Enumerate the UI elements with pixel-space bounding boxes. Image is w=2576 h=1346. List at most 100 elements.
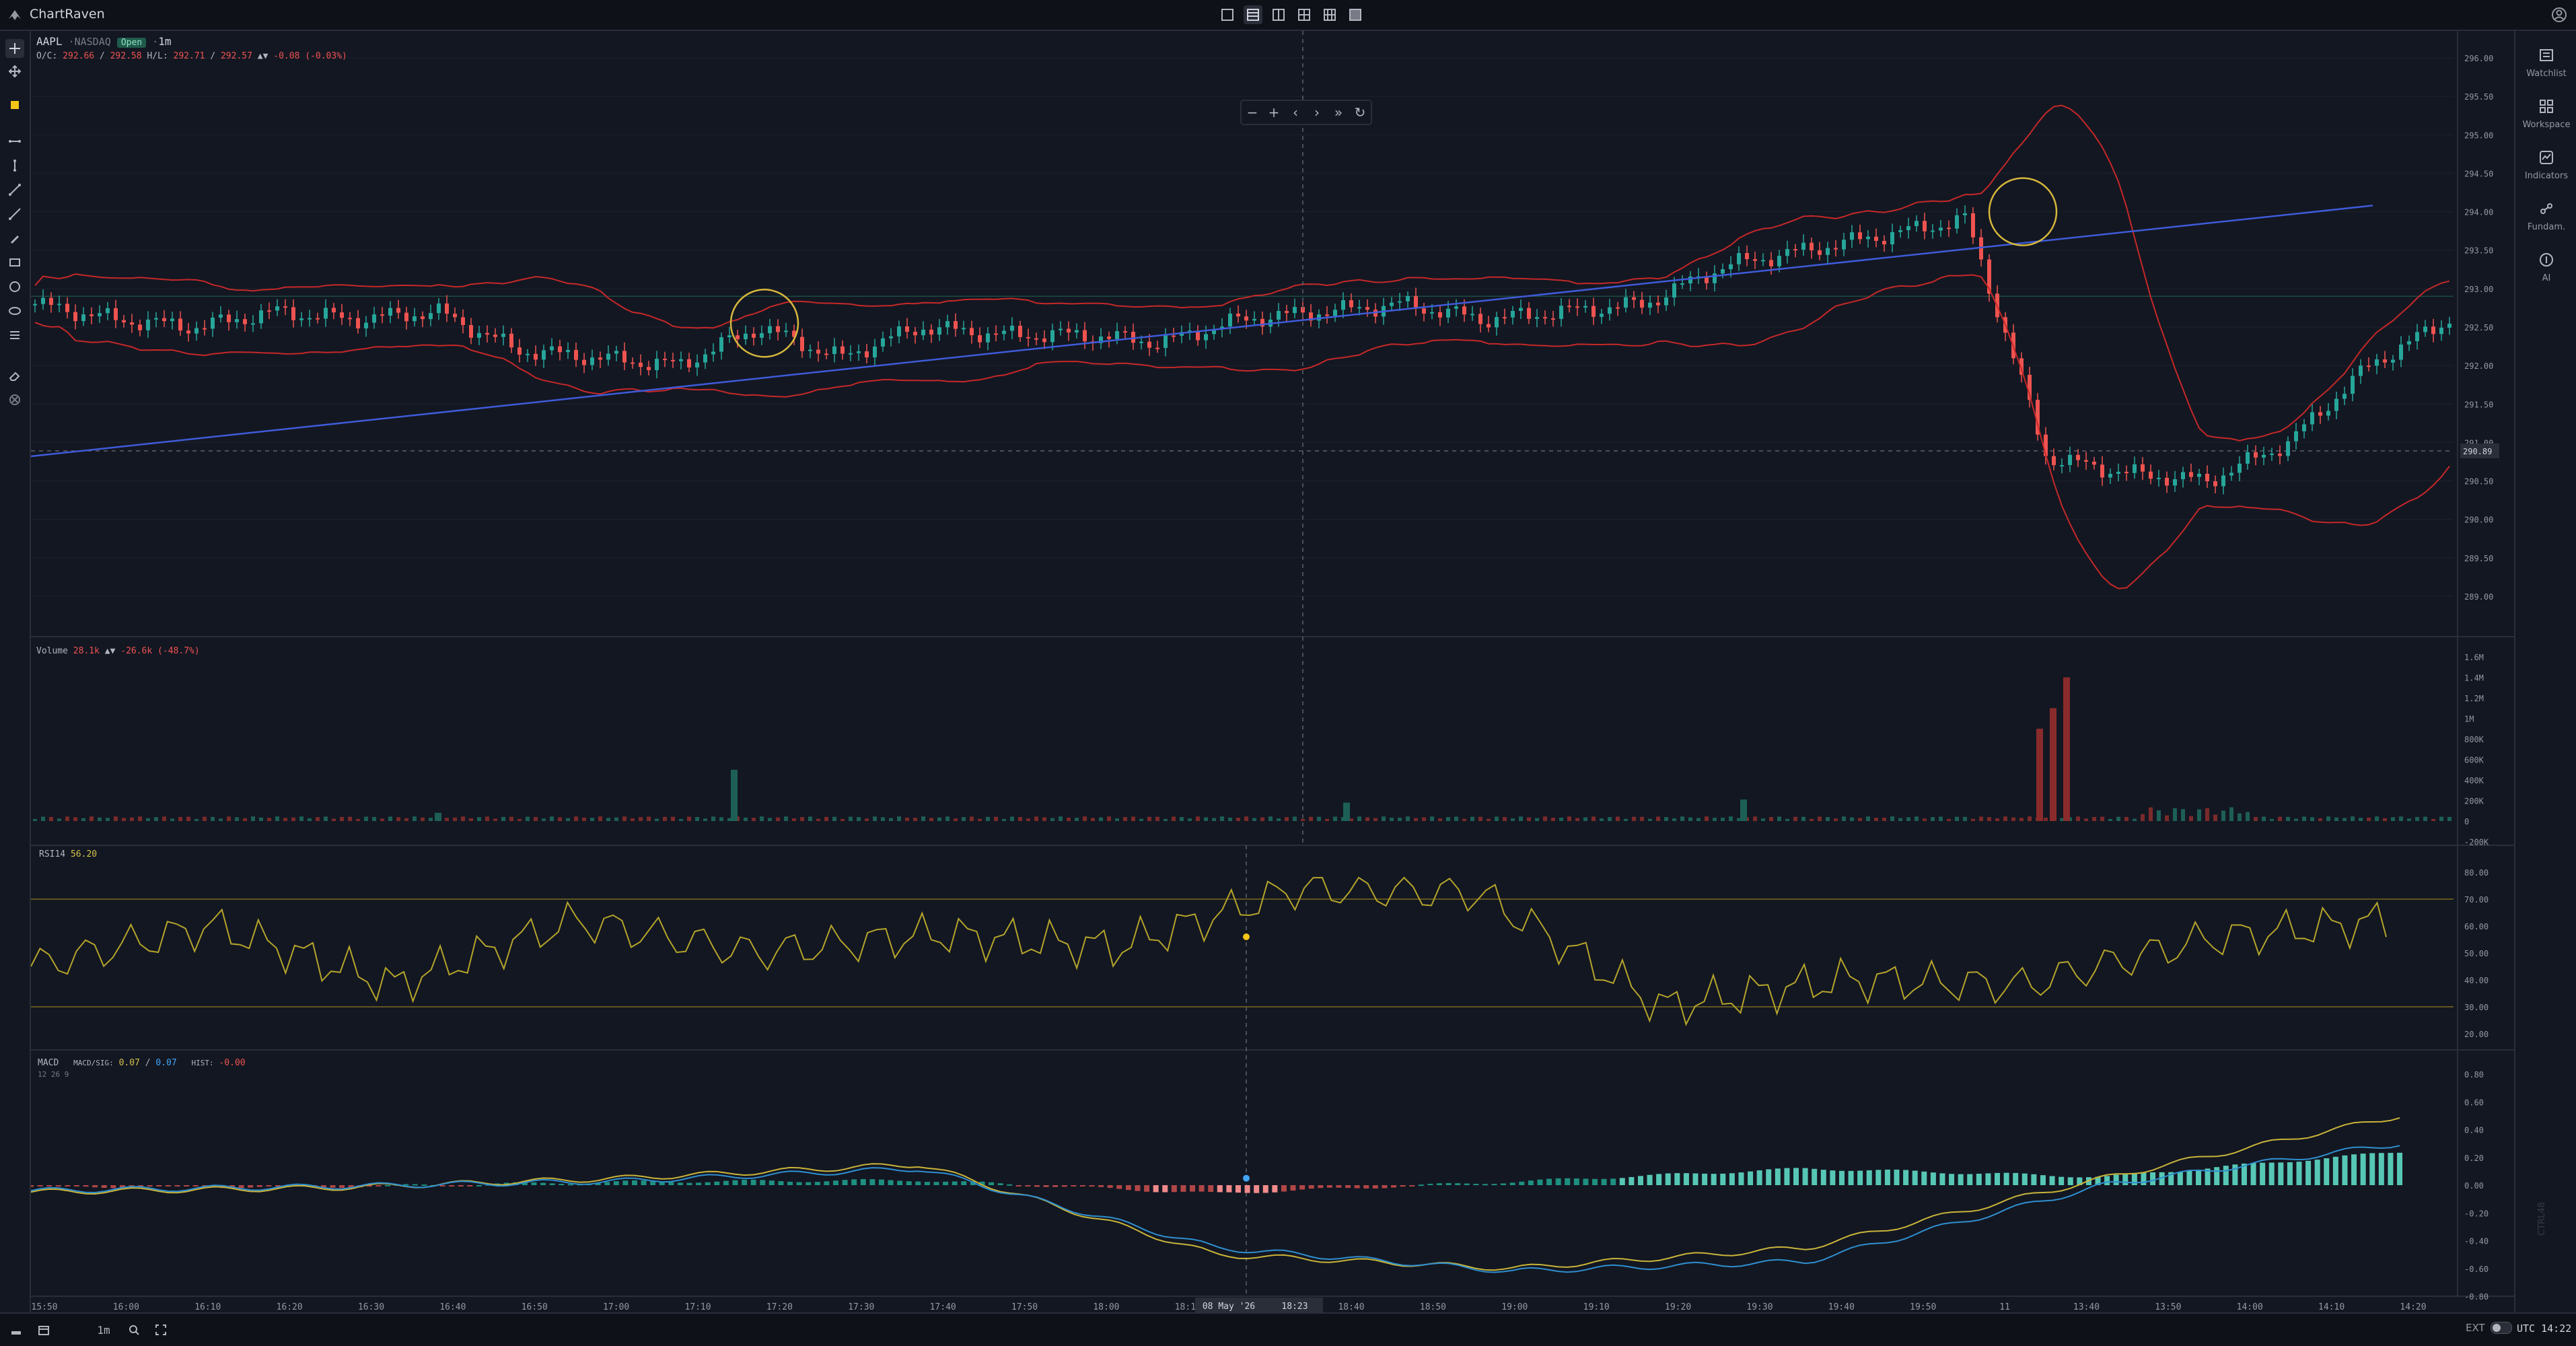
volume-bar — [2173, 808, 2177, 821]
candle-body — [631, 362, 635, 364]
circle-annotation[interactable] — [729, 289, 799, 358]
candle-body — [1155, 347, 1159, 349]
volume-bar — [2383, 818, 2387, 821]
ellipse-tool[interactable] — [5, 302, 24, 320]
ray-tool[interactable] — [5, 205, 24, 223]
vertical-line-tool[interactable] — [5, 156, 24, 175]
sidebar-item-fundamentals[interactable]: Fundam. — [2515, 195, 2576, 245]
candle-body — [905, 326, 909, 332]
horizontal-line-tool[interactable] — [5, 132, 24, 151]
macd-histogram-bar — [796, 1182, 802, 1185]
candle-body — [2060, 465, 2064, 467]
candle-body — [832, 346, 836, 355]
macd-tick-label: -0.20 — [2464, 1209, 2489, 1218]
search-button[interactable] — [124, 1320, 144, 1339]
candle-body — [1026, 336, 1030, 339]
price-tick-label: 295.50 — [2464, 92, 2493, 102]
rectangle-tool[interactable] — [5, 253, 24, 272]
ray-icon — [9, 208, 21, 220]
fullscreen-button[interactable] — [151, 1320, 171, 1339]
sidebar-item-workspace[interactable]: Workspace — [2515, 93, 2576, 143]
volume-bar — [1373, 818, 1378, 821]
scroll-left-button[interactable]: ‹ — [1285, 101, 1306, 124]
zoom-in-button[interactable]: + — [1263, 101, 1285, 124]
macd-histogram-bar — [897, 1180, 903, 1185]
macd-histogram-bar — [961, 1181, 967, 1185]
trend-line-drawing[interactable] — [31, 205, 2373, 458]
brush-tool[interactable] — [5, 229, 24, 248]
macd-histogram-bar — [1647, 1174, 1653, 1185]
macd-histogram-bar — [248, 1185, 254, 1188]
layout-custom-button[interactable] — [1346, 5, 1365, 24]
volume-bar — [2213, 814, 2217, 821]
clear-drawings-tool[interactable] — [5, 390, 24, 409]
macd-legend: MACD MACD/SIG: 0.07 / 0.07 HIST: -0.00 — [38, 1058, 246, 1068]
move-tool[interactable] — [5, 62, 24, 81]
account-icon[interactable] — [2550, 6, 2568, 24]
macd-histogram-bar — [339, 1185, 345, 1189]
menu-button[interactable] — [7, 1320, 26, 1339]
sidebar-item-watchlist[interactable]: Watchlist — [2515, 42, 2576, 92]
calendar-button[interactable] — [34, 1320, 54, 1339]
symbol-ticker[interactable]: AAPL — [36, 35, 63, 48]
volume-bar — [1890, 816, 1894, 821]
candle-body — [1640, 299, 1644, 308]
candle-body — [1357, 307, 1361, 309]
horizontal-line-icon — [9, 140, 21, 143]
volume-bar — [1446, 817, 1450, 821]
extended-hours-toggle[interactable]: EXT — [2466, 1322, 2512, 1334]
candle-body — [275, 306, 279, 311]
volume-bar — [558, 817, 562, 821]
candle-body — [2399, 344, 2403, 360]
volume-bar — [1801, 816, 1805, 821]
layout-four-grid-button[interactable] — [1295, 5, 1314, 24]
candle-body — [1850, 232, 1854, 240]
candle-body — [2141, 464, 2145, 472]
layout-two-column-button[interactable] — [1269, 5, 1288, 24]
fib-tool[interactable] — [5, 326, 24, 345]
volume-tick-label: 400K — [2464, 776, 2484, 785]
layout-single-button[interactable] — [1218, 5, 1237, 24]
macd-histogram-bar — [997, 1183, 1003, 1185]
sidebar-item-ai[interactable]: AI — [2515, 246, 2576, 296]
jump-latest-button[interactable]: » — [1328, 101, 1349, 124]
reset-button[interactable]: ↻ — [1349, 101, 1371, 124]
volume-bar — [1923, 818, 1927, 821]
sidebar-item-indicators[interactable]: Indicators — [2515, 144, 2576, 194]
interval-selector[interactable]: 1m — [92, 1320, 116, 1339]
color-swatch-tool[interactable] — [5, 96, 24, 114]
macd-histogram-bar — [83, 1185, 89, 1187]
candle-body — [2375, 359, 2379, 366]
volume-bar — [1333, 816, 1337, 821]
ext-switch[interactable] — [2490, 1322, 2512, 1334]
chart-canvas[interactable]: 296.00 295.50 295.00 294.50 294.00 293.50 293.… — [31, 31, 2514, 1312]
refresh-icon: ↻ — [1354, 104, 1366, 120]
volume-bar — [962, 817, 966, 821]
candle-body — [954, 321, 958, 329]
macd-histogram-bar — [2104, 1176, 2110, 1185]
layout-rows-button[interactable] — [1244, 5, 1262, 24]
candle-body — [744, 333, 748, 339]
candle-body — [2124, 472, 2128, 474]
candle-body — [1244, 316, 1248, 321]
volume-bar — [2286, 816, 2290, 821]
candle-body — [1866, 236, 1870, 240]
candle-body — [1349, 300, 1353, 308]
candle-body — [849, 353, 853, 355]
macd-histogram-bar — [1144, 1185, 1150, 1192]
macd-histogram-bar — [1884, 1169, 1890, 1185]
volume-bar — [98, 817, 102, 821]
chart-area[interactable]: 296.00 295.50 295.00 294.50 294.00 293.50 293.… — [31, 31, 2514, 1312]
layout-six-grid-button[interactable] — [1320, 5, 1339, 24]
trend-line-tool[interactable] — [5, 180, 24, 199]
volume-bar — [1422, 817, 1426, 821]
circle-tool[interactable] — [5, 277, 24, 296]
eraser-tool[interactable] — [5, 366, 24, 385]
zoom-out-button[interactable]: − — [1242, 101, 1263, 124]
volume-bar — [534, 816, 538, 821]
interval-label[interactable]: 1m — [158, 35, 171, 48]
volume-bar — [1624, 818, 1628, 821]
scroll-right-button[interactable]: › — [1306, 101, 1328, 124]
volume-bar — [1575, 818, 1579, 821]
crosshair-tool[interactable] — [5, 39, 24, 58]
